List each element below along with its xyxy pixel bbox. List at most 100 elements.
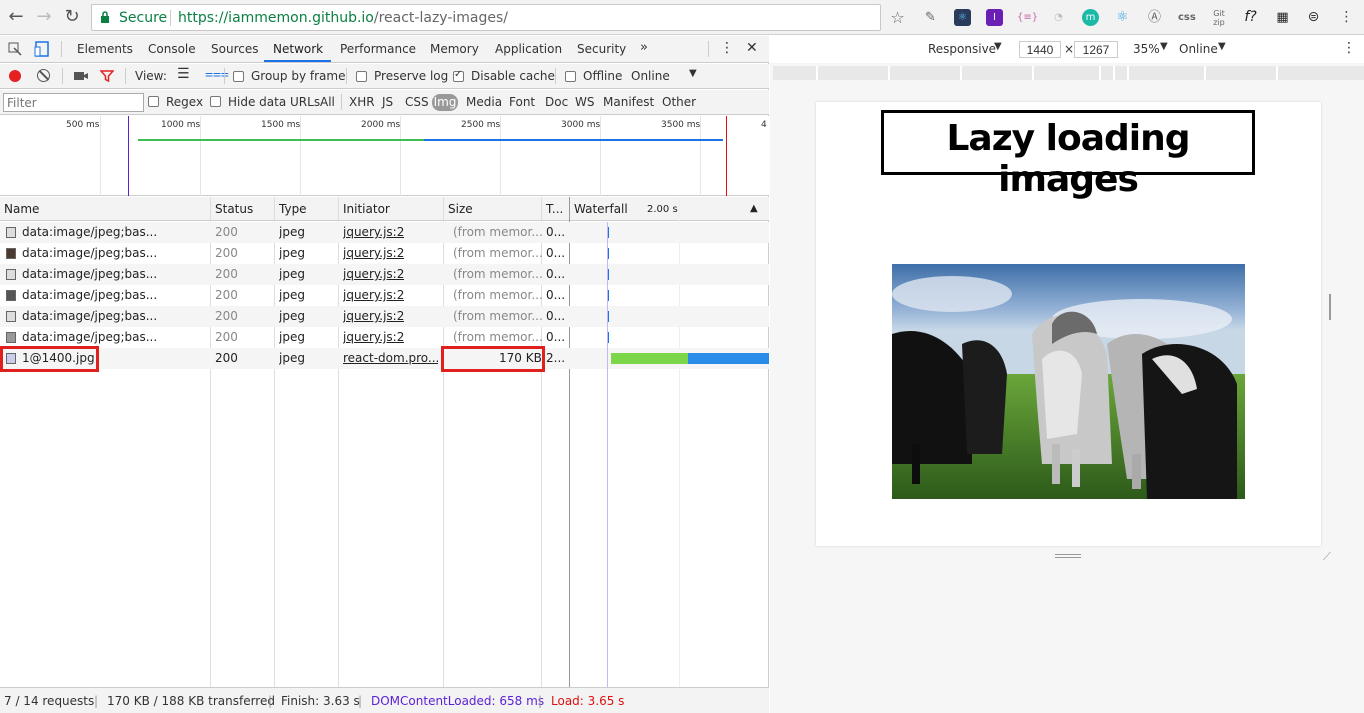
- network-controls: View: ☰ ⩶ Group by frame Preserve log Di…: [0, 64, 769, 89]
- table-row[interactable]: data:image/jpeg;bas... 200 jpeg jquery.j…: [0, 222, 769, 243]
- viewport-height-input[interactable]: [1074, 41, 1118, 58]
- clear-icon[interactable]: [37, 69, 50, 82]
- screenshot-camera-icon[interactable]: [73, 70, 89, 82]
- cell-initiator[interactable]: jquery.js:2: [343, 246, 404, 260]
- tab-security[interactable]: Security: [577, 42, 626, 56]
- back-arrow-icon[interactable]: ←: [6, 7, 26, 27]
- cell-initiator[interactable]: jquery.js:2: [343, 309, 404, 323]
- throttle-select[interactable]: Online: [631, 69, 670, 83]
- cell-initiator[interactable]: jquery.js:2: [343, 288, 404, 302]
- sort-ascending-icon[interactable]: ▲: [750, 203, 758, 214]
- cell-name: data:image/jpeg;bas...: [22, 267, 158, 281]
- group-by-frame-checkbox[interactable]: [233, 71, 244, 82]
- resize-handle-bottom[interactable]: [1055, 554, 1081, 558]
- browser-menu-icon[interactable]: ⋮: [1338, 9, 1355, 26]
- device-menu-icon[interactable]: ⋮: [1342, 40, 1356, 56]
- table-row[interactable]: data:image/jpeg;bas... 200 jpeg jquery.j…: [0, 285, 769, 306]
- tab-network[interactable]: Network: [273, 42, 323, 56]
- disable-cache-checkbox[interactable]: [453, 69, 464, 82]
- device-toolbar-icon[interactable]: [34, 41, 50, 57]
- address-bar[interactable]: Secure https://iammemon.github.io/react-…: [91, 4, 881, 31]
- tab-elements[interactable]: Elements: [77, 42, 133, 56]
- offline-checkbox[interactable]: [565, 71, 576, 82]
- filter-type-xhr[interactable]: XHR: [349, 95, 375, 109]
- table-row[interactable]: data:image/jpeg;bas... 200 jpeg jquery.j…: [0, 243, 769, 264]
- record-icon[interactable]: [9, 70, 21, 82]
- git-zip-icon[interactable]: Git zip: [1208, 9, 1230, 27]
- filter-type-img[interactable]: Img: [432, 94, 458, 111]
- tab-memory[interactable]: Memory: [430, 42, 479, 56]
- large-rows-icon[interactable]: ☰: [177, 66, 190, 82]
- resize-corner-icon[interactable]: ⟋: [1323, 550, 1335, 563]
- filter-type-js[interactable]: JS: [382, 95, 393, 109]
- filter-bar: Regex Hide data URLs All XHR JS CSS Img …: [0, 90, 769, 115]
- cell-initiator[interactable]: react-dom.pro...: [343, 351, 438, 365]
- devtools-menu-icon[interactable]: ⋮: [720, 40, 734, 56]
- column-status[interactable]: Status: [215, 202, 253, 216]
- column-time[interactable]: T...: [546, 202, 563, 216]
- filter-funnel-icon[interactable]: [100, 70, 114, 82]
- table-row[interactable]: data:image/jpeg;bas... 200 jpeg jquery.j…: [0, 306, 769, 327]
- waterfall-view-icon[interactable]: ⩶: [205, 66, 229, 82]
- device-mode-dropdown-icon[interactable]: ▼: [994, 41, 1002, 52]
- media-query-ruler[interactable]: [773, 66, 1364, 80]
- zoom-select[interactable]: 35%: [1133, 42, 1160, 56]
- network-overview[interactable]: 500 ms 1000 ms 1500 ms 2000 ms 2500 ms 3…: [0, 116, 769, 196]
- react-devtools-icon[interactable]: ⚛: [954, 9, 971, 26]
- device-throttle-select[interactable]: Online: [1179, 42, 1218, 56]
- filter-type-media[interactable]: Media: [466, 95, 502, 109]
- trello-extension-icon[interactable]: ▦: [1274, 9, 1291, 26]
- css-extension-icon[interactable]: css: [1178, 9, 1196, 26]
- column-size[interactable]: Size: [448, 202, 473, 216]
- filter-type-doc[interactable]: Doc: [545, 95, 568, 109]
- tab-application[interactable]: Application: [495, 42, 562, 56]
- column-initiator[interactable]: Initiator: [343, 202, 390, 216]
- extension-purple-icon[interactable]: I: [986, 9, 1003, 26]
- tab-sources[interactable]: Sources: [211, 42, 258, 56]
- close-devtools-icon[interactable]: ✕: [746, 40, 758, 56]
- column-type[interactable]: Type: [279, 202, 307, 216]
- browser-toolbar: ← → ↻ Secure https://iammemon.github.io/…: [0, 0, 1364, 35]
- more-tabs-icon[interactable]: »: [640, 40, 648, 55]
- device-throttle-dropdown-icon[interactable]: ▼: [1218, 41, 1226, 52]
- device-mode-select[interactable]: Responsive: [928, 42, 996, 56]
- tab-console[interactable]: Console: [148, 42, 196, 56]
- url-text[interactable]: https://iammemon.github.io/react-lazy-im…: [178, 10, 508, 26]
- filter-type-css[interactable]: CSS: [405, 95, 429, 109]
- hide-data-urls-checkbox[interactable]: [210, 96, 221, 107]
- column-waterfall[interactable]: Waterfall: [574, 202, 628, 216]
- m-extension-icon[interactable]: m: [1082, 9, 1099, 26]
- throttle-dropdown-icon[interactable]: ▼: [689, 68, 697, 79]
- resize-handle-right[interactable]: [1329, 294, 1331, 320]
- cell-initiator[interactable]: jquery.js:2: [343, 267, 404, 281]
- zoom-dropdown-icon[interactable]: ▼: [1160, 41, 1168, 52]
- preserve-log-checkbox[interactable]: [356, 71, 367, 82]
- forward-arrow-icon[interactable]: →: [34, 7, 54, 27]
- inspect-element-icon[interactable]: [8, 42, 22, 56]
- table-row[interactable]: data:image/jpeg;bas... 200 jpeg jquery.j…: [0, 327, 769, 348]
- history-extension-icon[interactable]: ◔: [1050, 9, 1067, 26]
- cell-initiator[interactable]: jquery.js:2: [343, 330, 404, 344]
- filter-input[interactable]: [3, 93, 144, 112]
- a-extension-icon[interactable]: Ⓐ: [1146, 9, 1163, 26]
- react-extension-icon[interactable]: ⚛: [1114, 9, 1131, 26]
- filter-type-ws[interactable]: WS: [575, 95, 594, 109]
- reload-icon[interactable]: ↻: [62, 7, 82, 27]
- filter-type-font[interactable]: Font: [509, 95, 535, 109]
- sync-extension-icon[interactable]: ⊜: [1305, 9, 1322, 26]
- column-name[interactable]: Name: [4, 202, 39, 216]
- filter-type-manifest[interactable]: Manifest: [603, 95, 654, 109]
- font-extension-icon[interactable]: f?: [1242, 9, 1259, 26]
- cell-initiator[interactable]: jquery.js:2: [343, 225, 404, 239]
- filter-type-all[interactable]: All: [320, 95, 335, 109]
- eyedropper-icon[interactable]: ✎: [922, 9, 939, 26]
- bookmark-star-icon[interactable]: ☆: [889, 9, 906, 26]
- tab-performance[interactable]: Performance: [340, 42, 416, 56]
- table-row[interactable]: data:image/jpeg;bas... 200 jpeg jquery.j…: [0, 264, 769, 285]
- filter-type-other[interactable]: Other: [662, 95, 696, 109]
- table-row[interactable]: 1@1400.jpg 200 jpeg react-dom.pro... 170…: [0, 348, 769, 369]
- regex-checkbox[interactable]: [148, 96, 159, 107]
- cell-status: 200: [215, 225, 238, 239]
- viewport-width-input[interactable]: [1019, 41, 1061, 58]
- json-extension-icon[interactable]: {≡}: [1017, 9, 1038, 26]
